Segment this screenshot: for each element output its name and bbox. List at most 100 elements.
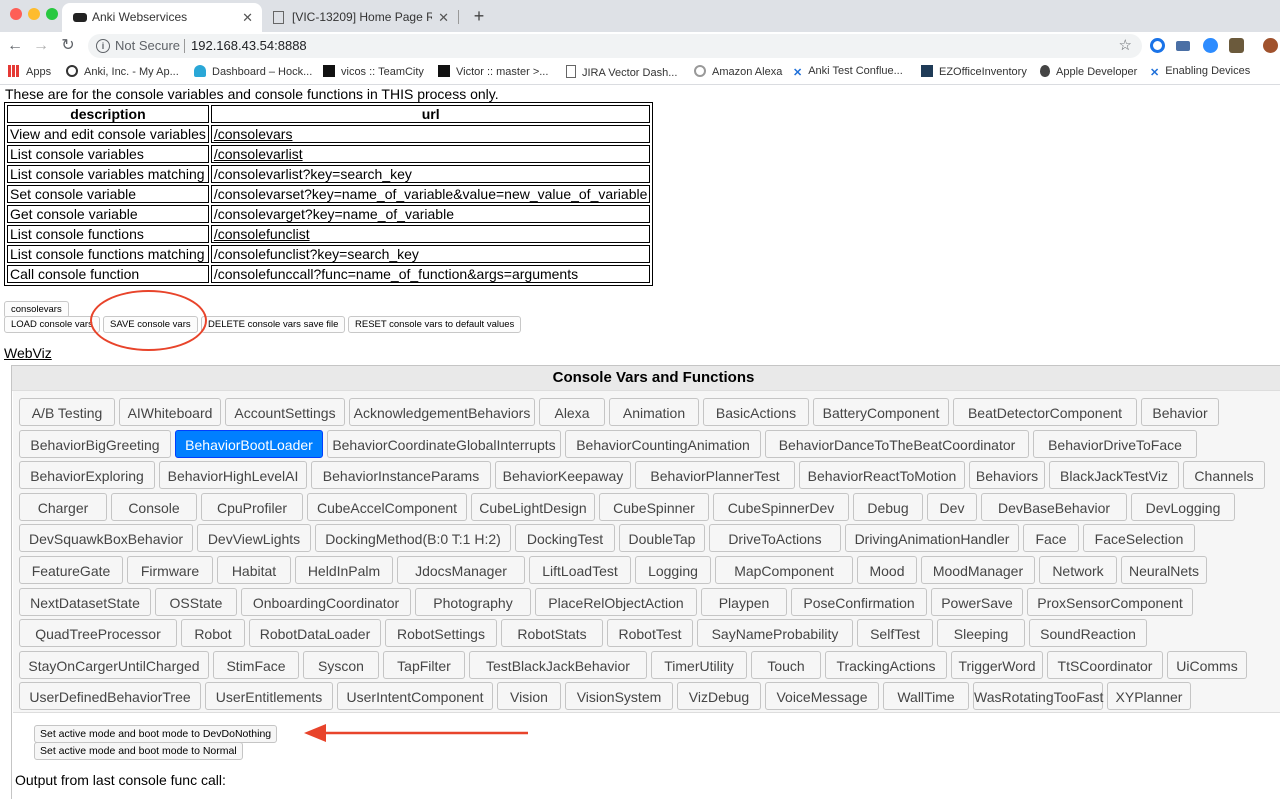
category-tab[interactable]: VizDebug <box>677 682 761 711</box>
category-tab[interactable]: Photography <box>415 587 531 616</box>
category-tab[interactable]: CubeAccelComponent <box>307 492 467 521</box>
bookmark-ezofficeinventory[interactable]: EZOfficeInventory <box>921 65 1027 78</box>
category-tab[interactable]: AcknowledgementBehaviors <box>349 398 535 426</box>
bookmark-apps[interactable]: Apps <box>8 65 51 78</box>
extension-spy-icon[interactable] <box>1229 38 1244 53</box>
category-tab[interactable]: Sleeping <box>937 619 1025 648</box>
category-tab[interactable]: BlackJackTestViz <box>1049 461 1179 490</box>
category-tab[interactable]: Behavior <box>1141 398 1219 426</box>
new-tab-icon[interactable]: + <box>470 5 488 27</box>
category-tab[interactable]: Mood <box>857 556 917 584</box>
category-tab[interactable]: BehaviorExploring <box>19 461 155 490</box>
bookmark-enabling-devices[interactable]: ✕ Enabling Devices <box>1150 65 1250 79</box>
category-tab[interactable]: Console <box>111 492 197 521</box>
category-tab[interactable]: DockingMethod(B:0 T:1 H:2) <box>315 524 511 553</box>
category-tab[interactable]: MapComponent <box>715 556 853 584</box>
category-tab[interactable]: Touch <box>751 650 821 679</box>
category-tab[interactable]: SoundReaction <box>1029 619 1147 648</box>
category-tab[interactable]: UserEntitlements <box>205 682 333 711</box>
category-tab[interactable]: Robot <box>181 619 245 648</box>
bookmark-jira-vector[interactable]: JIRA Vector Dash... <box>566 65 677 79</box>
category-tab[interactable]: TtSCoordinator <box>1047 650 1163 679</box>
category-tab[interactable]: WallTime <box>883 682 969 711</box>
category-tab[interactable]: RobotSettings <box>385 619 497 648</box>
category-tab[interactable]: OSState <box>155 587 237 616</box>
bookmark-amazon-alexa[interactable]: Amazon Alexa <box>694 65 782 78</box>
category-tab[interactable]: Firmware <box>127 556 213 584</box>
category-tab[interactable]: AccountSettings <box>225 398 345 426</box>
category-tab[interactable]: BehaviorReactToMotion <box>799 461 965 490</box>
category-tab[interactable]: RobotStats <box>501 619 603 648</box>
category-tab[interactable]: Playpen <box>701 587 787 616</box>
category-tab[interactable]: JdocsManager <box>397 556 525 584</box>
category-tab[interactable]: LiftLoadTest <box>529 556 631 584</box>
category-tab[interactable]: CubeSpinnerDev <box>713 492 849 521</box>
category-tab[interactable]: Behaviors <box>969 461 1045 490</box>
category-tab[interactable]: DevBaseBehavior <box>981 492 1127 521</box>
category-tab[interactable]: TrackingActions <box>825 650 947 679</box>
category-tab[interactable]: XYPlanner <box>1107 682 1191 711</box>
category-tab[interactable]: BehaviorBigGreeting <box>19 429 171 458</box>
browser-tab-jira[interactable]: [VIC-13209] Home Page Redu ✕ <box>262 3 458 32</box>
category-tab[interactable]: Animation <box>609 398 699 426</box>
forward-icon[interactable]: → <box>30 35 52 57</box>
category-tab[interactable]: UserDefinedBehaviorTree <box>19 682 201 711</box>
category-tab[interactable]: OnboardingCoordinator <box>241 587 411 616</box>
category-tab[interactable]: DrivingAnimationHandler <box>845 524 1019 553</box>
category-tab[interactable]: BasicActions <box>703 398 809 426</box>
info-icon[interactable]: i <box>96 39 110 53</box>
category-tab[interactable]: Debug <box>853 492 923 521</box>
category-tab[interactable]: DriveToActions <box>709 524 841 553</box>
category-tab[interactable]: Channels <box>1183 461 1265 490</box>
bookmark-star-icon[interactable]: ☆ <box>1119 36 1132 54</box>
category-tab[interactable]: StayOnCargerUntilCharged <box>19 650 209 679</box>
category-tab[interactable]: UserIntentComponent <box>337 682 493 711</box>
category-tab[interactable]: DockingTest <box>515 524 615 553</box>
close-window-icon[interactable] <box>10 8 22 20</box>
category-tab[interactable]: Face <box>1023 524 1079 553</box>
category-tab[interactable]: TimerUtility <box>651 650 747 679</box>
bookmark-hockey-dashboard[interactable]: Dashboard – Hock... <box>194 65 312 78</box>
category-tab[interactable]: AIWhiteboard <box>119 398 221 426</box>
close-tab-icon[interactable]: ✕ <box>438 3 449 32</box>
category-tab[interactable]: SelfTest <box>857 619 933 648</box>
url-link[interactable]: /consolevars <box>214 126 293 142</box>
category-tab[interactable]: DevSquawkBoxBehavior <box>19 524 193 553</box>
category-tab[interactable]: PowerSave <box>931 587 1023 616</box>
category-tab[interactable]: RobotDataLoader <box>249 619 381 648</box>
category-tab[interactable]: A/B Testing <box>19 398 115 426</box>
category-tab[interactable]: BehaviorBootLoader <box>175 429 323 458</box>
address-bar[interactable]: i Not Secure 192.168.43.54:8888 ☆ <box>88 34 1142 58</box>
webviz-link[interactable]: WebViz <box>4 345 52 361</box>
url-text[interactable]: 192.168.43.54:8888 <box>191 38 307 53</box>
bookmark-vicos-teamcity[interactable]: vicos :: TeamCity <box>323 65 424 78</box>
browser-tab-anki-webservices[interactable]: Anki Webservices ✕ <box>62 3 262 32</box>
category-tab[interactable]: BehaviorPlannerTest <box>635 461 795 490</box>
delete-console-vars-button[interactable]: DELETE console vars save file <box>201 316 346 333</box>
category-tab[interactable]: BeatDetectorComponent <box>953 398 1137 426</box>
category-tab[interactable]: Dev <box>927 492 977 521</box>
category-tab[interactable]: TriggerWord <box>951 650 1043 679</box>
category-tab[interactable]: CubeSpinner <box>599 492 709 521</box>
category-tab[interactable]: QuadTreeProcessor <box>19 619 177 648</box>
maximize-window-icon[interactable] <box>46 8 58 20</box>
bookmark-victor-master[interactable]: Victor :: master >... <box>438 65 548 78</box>
category-tab[interactable]: VisionSystem <box>565 682 673 711</box>
extension-circle-icon[interactable] <box>1150 38 1165 53</box>
category-tab[interactable]: Alexa <box>539 398 605 426</box>
bookmark-apple-developer[interactable]: Apple Developer <box>1040 65 1137 78</box>
category-tab[interactable]: NextDatasetState <box>19 587 151 616</box>
category-tab[interactable]: BehaviorCountingAnimation <box>565 429 761 458</box>
category-tab[interactable]: PoseConfirmation <box>791 587 927 616</box>
back-icon[interactable]: ← <box>4 35 26 57</box>
category-tab[interactable]: BehaviorDriveToFace <box>1033 429 1197 458</box>
category-tab[interactable]: BehaviorKeepaway <box>495 461 631 490</box>
category-tab[interactable]: DevLogging <box>1131 492 1235 521</box>
category-tab[interactable]: CubeLightDesign <box>471 492 595 521</box>
category-tab[interactable]: VoiceMessage <box>765 682 879 711</box>
category-tab[interactable]: HeldInPalm <box>295 556 393 584</box>
category-tab[interactable]: Syscon <box>303 650 379 679</box>
set-mode-normal-button[interactable]: Set active mode and boot mode to Normal <box>34 742 243 760</box>
category-tab[interactable]: NeuralNets <box>1121 556 1207 584</box>
url-link[interactable]: /consolefunclist <box>214 226 310 242</box>
